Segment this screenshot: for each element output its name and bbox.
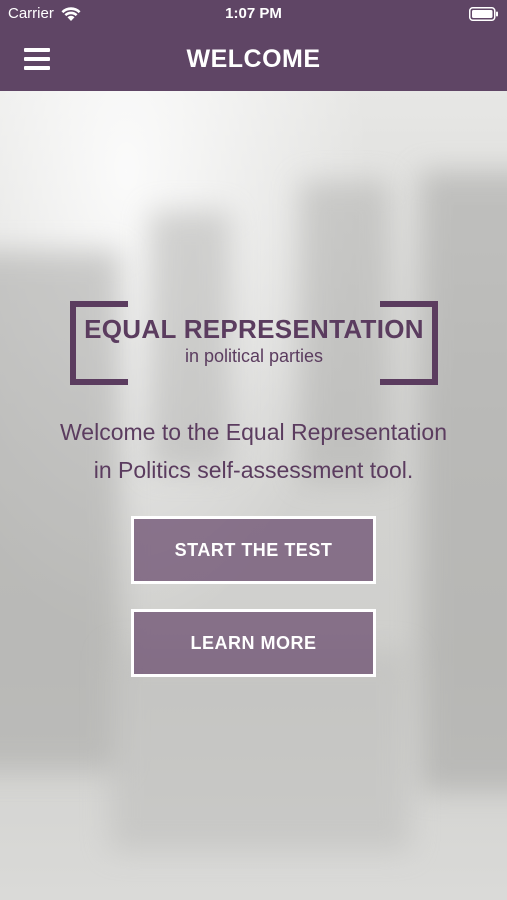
top-bar: Carrier 1:07 PM WELCOME (0, 0, 507, 91)
app-logo: EQUAL REPRESENTATION in political partie… (70, 301, 438, 385)
background-blur-bottom (110, 651, 410, 851)
start-test-button[interactable]: START THE TEST (131, 516, 376, 584)
navigation-bar: WELCOME (0, 28, 507, 91)
welcome-line-2: in Politics self-assessment tool. (93, 457, 414, 483)
status-time: 1:07 PM (225, 5, 282, 22)
battery-icon (469, 7, 498, 21)
logo-title: EQUAL REPRESENTATION (84, 314, 424, 344)
logo-subtitle: in political parties (184, 346, 324, 366)
status-bar: Carrier 1:07 PM (0, 0, 507, 28)
page-title: WELCOME (186, 45, 321, 73)
learn-more-button[interactable]: LEARN MORE (131, 609, 376, 677)
welcome-message: Welcome to the Equal Representation in P… (20, 413, 487, 489)
welcome-line-1: Welcome to the Equal Representation (60, 419, 447, 445)
hero-background: EQUAL REPRESENTATION in political partie… (0, 91, 507, 900)
